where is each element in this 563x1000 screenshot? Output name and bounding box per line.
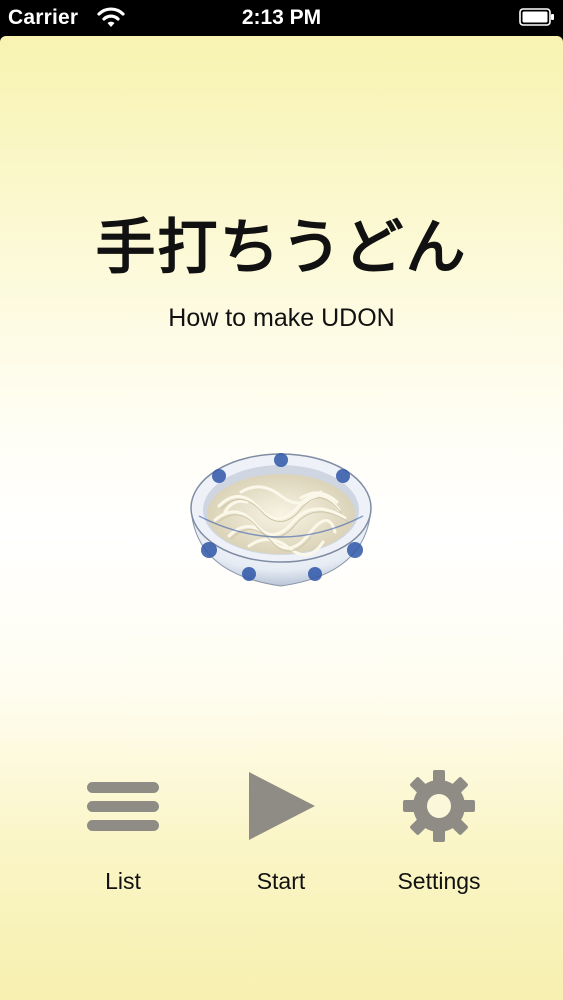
gear-icon bbox=[403, 770, 475, 842]
main-screen: 手打ちうどん How to make UDON List Start Setti… bbox=[0, 36, 563, 1000]
start-label: Start bbox=[256, 868, 306, 894]
app-subtitle: How to make UDON bbox=[168, 304, 395, 332]
start-button[interactable]: Start bbox=[201, 756, 361, 916]
list-button[interactable]: List bbox=[43, 756, 203, 916]
battery-icon bbox=[519, 8, 554, 26]
play-icon bbox=[249, 772, 315, 840]
app-title: 手打ちうどん bbox=[95, 213, 468, 283]
status-bar: Carrier 2:13 PM bbox=[0, 0, 563, 36]
list-label: List bbox=[105, 868, 141, 894]
settings-label: Settings bbox=[397, 868, 481, 894]
udon-bowl-image bbox=[190, 453, 372, 587]
list-icon bbox=[87, 782, 159, 831]
status-time: 2:13 PM bbox=[241, 6, 322, 29]
settings-button[interactable]: Settings bbox=[359, 756, 519, 916]
